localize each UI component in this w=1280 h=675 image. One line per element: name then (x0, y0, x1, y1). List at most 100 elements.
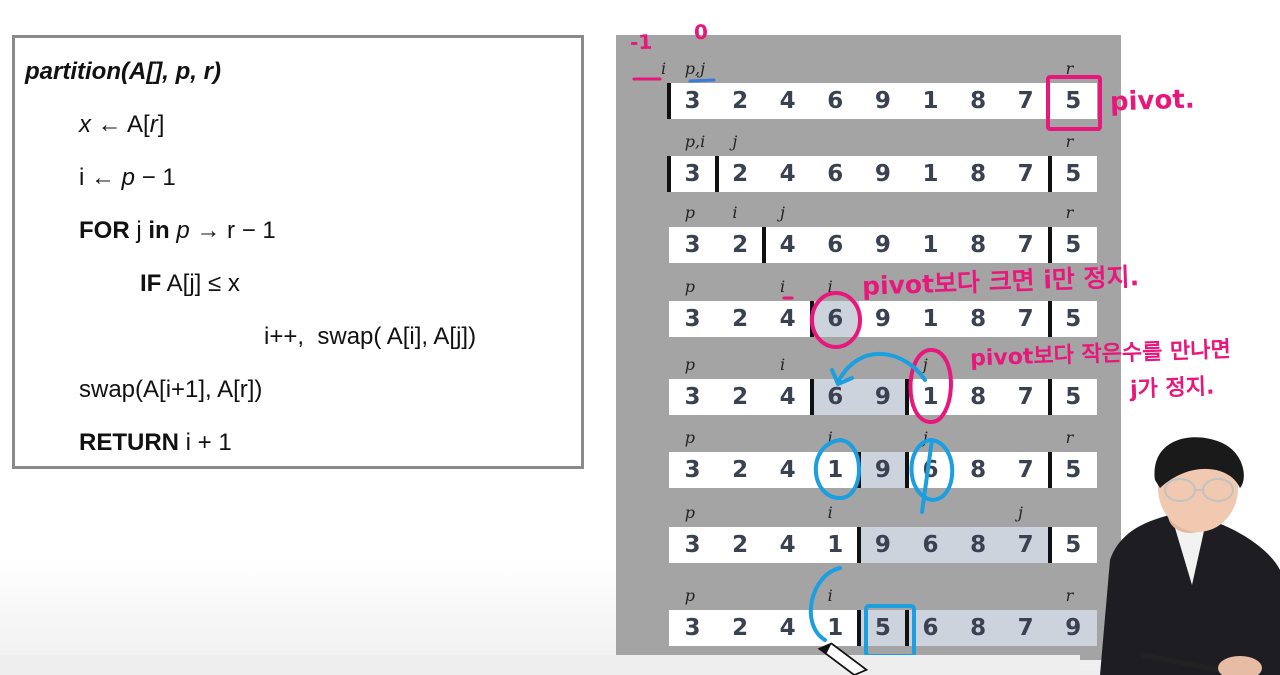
code-token: swap(A[i+1], A[r]) (79, 376, 263, 403)
array-cell: 6 (922, 532, 939, 558)
code-token: in (148, 217, 170, 244)
code-token: j (129, 217, 149, 244)
code-token: ] (157, 111, 165, 138)
partition-wall (1047, 452, 1052, 488)
index-label: r (1065, 132, 1074, 151)
array-cell: 8 (970, 384, 987, 410)
array-cell: 5 (1065, 306, 1082, 332)
array-row: 324156879 (669, 610, 1098, 646)
partition-wall (905, 379, 909, 415)
array-cell: 7 (1017, 615, 1034, 641)
index-label: j (732, 132, 738, 151)
code-token: A[j] ≤ x (161, 270, 240, 297)
code-token: IF (140, 270, 162, 297)
array-row: 3 2 4 6 9 1 8 7 5 (669, 301, 1098, 337)
array-cell: 9 (874, 232, 891, 258)
array-cell: 4 (779, 615, 796, 641)
array-cell: 1 (922, 384, 939, 410)
code-token: p (121, 164, 136, 191)
partition-wall (809, 301, 814, 337)
array-cell: 3 (684, 457, 701, 483)
array-cell: 5 (1065, 88, 1082, 114)
array-cell: 4 (779, 306, 796, 332)
partition-wall (1047, 156, 1052, 192)
index-label: p,i (684, 132, 706, 151)
array-cell: 6 (827, 306, 844, 332)
index-label: i (661, 59, 667, 78)
array-cell: 6 (827, 161, 844, 187)
index-label: i (827, 503, 833, 522)
partition-wall (905, 610, 909, 646)
index-label: i (732, 203, 738, 222)
array-cell: 8 (970, 88, 987, 114)
index-label: r (1065, 586, 1074, 605)
code-token: r (149, 111, 158, 138)
index-label: i (780, 355, 786, 374)
partition-wall (1047, 227, 1052, 263)
array-cell: 3 (684, 615, 701, 641)
array-cell: 6 (922, 457, 939, 483)
array-cell: 4 (779, 532, 796, 558)
code-line-7: RETURN i + 1 (79, 429, 232, 457)
array-cell: 4 (779, 161, 796, 187)
index-label: i (827, 586, 833, 605)
partition-wall (905, 452, 909, 488)
array-row: 3 2 4 6 9 1 8 7 5 (667, 83, 1098, 119)
array-cell: 3 (684, 384, 701, 410)
index-label: j (922, 428, 928, 447)
partition-wall (714, 156, 719, 192)
code-token: i + 1 (179, 429, 232, 456)
index-label: j (1018, 503, 1023, 522)
array-cell: 2 (732, 384, 749, 410)
code-token: p (176, 217, 190, 244)
array-cell: 2 (732, 306, 749, 332)
array-cell: 5 (1065, 161, 1082, 187)
code-line-3: FOR j in p → r − 1 (79, 217, 276, 245)
partition-wall (1047, 379, 1052, 415)
index-label: p (684, 503, 696, 522)
array-cell: 2 (732, 615, 749, 641)
array-cell: 3 (684, 161, 701, 187)
partition-wall (1047, 527, 1052, 563)
code-title: partition(A[], p, r) (25, 58, 221, 85)
array-cell: 6 (922, 615, 939, 641)
partition-wall (667, 83, 671, 119)
array-cell: 2 (732, 532, 749, 558)
partition-wall (1047, 301, 1052, 337)
mark-minus-one: -1 (629, 29, 653, 55)
index-label: i (827, 428, 833, 447)
array-cell: 1 (922, 88, 939, 114)
array-cell: 3 (684, 306, 701, 332)
presenter-video (1100, 437, 1280, 675)
code-token: − 1 (135, 164, 176, 191)
index-label: p (684, 428, 696, 447)
code-line-4: IF A[j] ≤ x (140, 270, 240, 298)
array-cell: 9 (874, 532, 891, 558)
index-label: p (684, 277, 696, 296)
partition-wall (809, 379, 814, 415)
array-cell: 1 (827, 532, 844, 558)
array-cell: 2 (732, 161, 749, 187)
array-row: 324196875 (669, 527, 1098, 563)
index-label: r (1065, 428, 1074, 447)
array-cell: 7 (1017, 457, 1034, 483)
array-cell: 3 (684, 88, 701, 114)
code-token: i ← (79, 164, 122, 191)
index-label: j (922, 355, 928, 374)
index-label: p (684, 586, 696, 605)
code-token: i++, swap( A[i], A[j]) (264, 323, 477, 350)
partition-wall (857, 452, 862, 488)
mark-zero: 0 (693, 19, 709, 45)
array-cell: 7 (1017, 232, 1034, 258)
array-row: 3 2 4 6 9 1 8 7 5 (669, 227, 1098, 263)
array-cell: 7 (1017, 532, 1034, 558)
array-cell: 6 (827, 232, 844, 258)
array-cell: 4 (779, 88, 796, 114)
index-label: j (780, 203, 785, 222)
array-cell: 4 (779, 457, 796, 483)
index-label: i (827, 277, 833, 296)
index-label: r (1065, 59, 1074, 78)
array-cell: 2 (732, 457, 749, 483)
array-cell: 4 (779, 232, 796, 258)
index-label: p (684, 355, 696, 374)
